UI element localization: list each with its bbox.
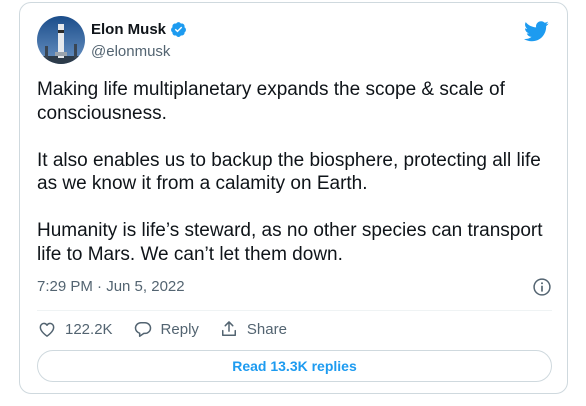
read-replies-button[interactable]: Read 13.3K replies <box>37 350 552 382</box>
divider <box>37 310 552 311</box>
reply-label: Reply <box>160 320 199 338</box>
author-name[interactable]: Elon Musk <box>91 21 166 38</box>
tweet-text: Making life multiplanetary expands the s… <box>37 78 552 266</box>
reply-button[interactable]: Reply <box>133 319 199 339</box>
action-bar: 122.2K Reply Share <box>37 318 307 340</box>
tweet-paragraph-3: Humanity is life’s steward, as no other … <box>37 220 543 265</box>
share-button[interactable]: Share <box>219 319 287 339</box>
like-count: 122.2K <box>65 320 113 338</box>
twitter-bird-icon[interactable] <box>524 21 549 42</box>
share-upload-icon <box>221 321 236 336</box>
tweet-paragraph-2: It also enables us to backup the biosphe… <box>37 149 541 195</box>
author-handle[interactable]: @elonmusk <box>91 43 170 60</box>
avatar[interactable] <box>37 16 85 64</box>
verified-badge-icon <box>171 22 186 37</box>
info-icon[interactable] <box>532 277 552 297</box>
heart-icon <box>39 322 55 337</box>
timestamp-link[interactable]: 7:29 PM · Jun 5, 2022 <box>37 278 185 295</box>
tweet-paragraph-1: Making life multiplanetary expands the s… <box>37 79 505 124</box>
like-button[interactable]: 122.2K <box>37 319 113 339</box>
share-label: Share <box>246 320 287 338</box>
reply-bubble-icon <box>134 322 151 337</box>
tweet-card[interactable]: Elon Musk @elonmusk Making life multipla… <box>19 2 568 394</box>
